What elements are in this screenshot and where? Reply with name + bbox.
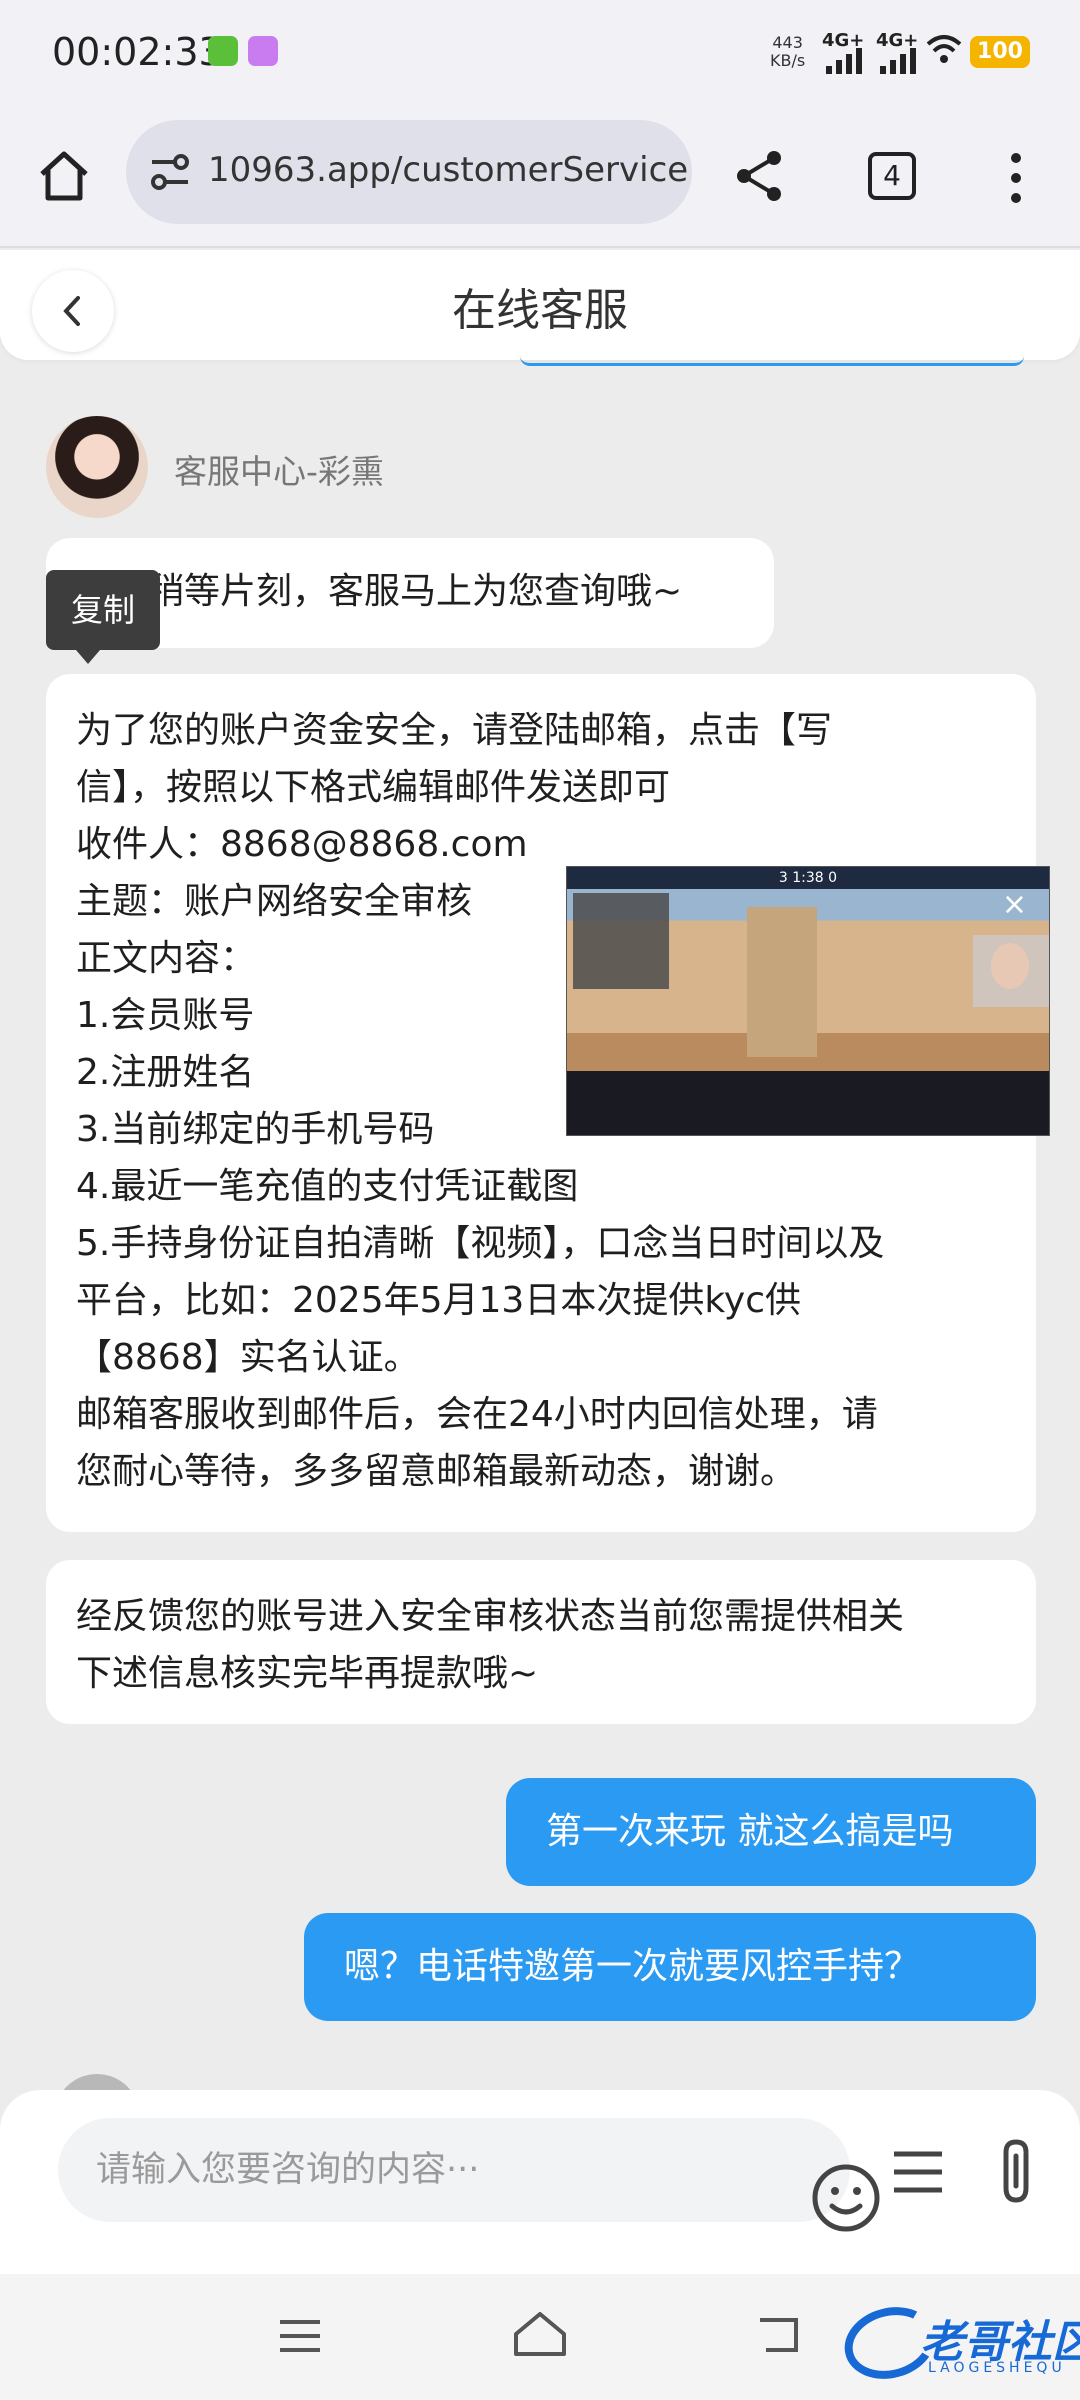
url-text[interactable]: 10963.app/customerService <box>208 150 688 190</box>
system-navigation-bar: 老哥社区 LAOGESHEQU <box>0 2274 1080 2400</box>
menu-list-icon[interactable] <box>892 2146 944 2198</box>
message-text: 经反馈您的账号进入安全审核状态当前您需提供相关 下述信息核实完毕再提款哦~ <box>76 1596 905 1694</box>
home-nav-icon[interactable] <box>512 2310 568 2358</box>
message-input[interactable] <box>96 2118 776 2222</box>
recent-apps-icon[interactable] <box>278 2316 322 2356</box>
close-icon[interactable]: × <box>1002 887 1027 922</box>
status-time: 00:02:33 <box>52 30 223 74</box>
watermark-logo: 老哥社区 LAOGESHEQU <box>836 2297 1080 2389</box>
agent-name: 客服中心-彩熏 <box>174 452 384 491</box>
site-settings-icon[interactable] <box>148 152 192 192</box>
browser-toolbar: 10963.app/customerService 4 <box>0 110 1080 248</box>
tab-count-button[interactable]: 4 <box>868 152 916 200</box>
agent-message-bubble[interactable]: 经反馈您的账号进入安全审核状态当前您需提供相关 下述信息核实完毕再提款哦~ <box>46 1560 1036 1724</box>
network-speed-unit: KB/s <box>770 51 806 70</box>
video-webcam <box>973 935 1049 1007</box>
user-message-bubble[interactable]: 第一次来玩 就这么搞是吗 <box>506 1778 1036 1886</box>
signal-bars-2-icon <box>880 48 916 74</box>
more-menu-icon[interactable] <box>1004 150 1028 206</box>
video-player-hud <box>567 1071 1049 1135</box>
status-bar: 00:02:33 443 KB/s 4G+ 4G+ 100 <box>0 0 1080 110</box>
floating-video-player[interactable]: 3 1:38 0 × <box>566 866 1050 1136</box>
message-input-wrapper[interactable] <box>58 2118 880 2232</box>
address-bar[interactable]: 10963.app/customerService <box>126 120 692 224</box>
video-scoreboard: 3 1:38 0 <box>567 867 1049 889</box>
attachment-icon[interactable] <box>996 2136 1040 2206</box>
message-text: 嗯？电话特邀第一次就要风控手持？ <box>344 1946 921 1987</box>
watermark-subtext: LAOGESHEQU <box>928 2360 1066 2376</box>
back-nav-icon[interactable] <box>756 2314 804 2356</box>
page-title: 在线客服 <box>452 285 628 336</box>
signal-bars-1-icon <box>826 48 862 74</box>
message-text: 请您稍等片刻，客服马上为您查询哦~ <box>76 571 683 612</box>
emoji-icon[interactable] <box>810 2162 882 2234</box>
video-scene-pillar <box>747 907 817 1057</box>
network-speed: 443 KB/s <box>770 34 805 70</box>
message-text: 第一次来玩 就这么搞是吗 <box>546 1811 954 1852</box>
network-speed-value: 443 <box>772 33 803 52</box>
page-header: 在线客服 <box>0 250 1080 360</box>
copy-tooltip[interactable]: 复制 <box>46 570 160 664</box>
battery-indicator: 100 <box>970 36 1030 68</box>
agent-avatar[interactable] <box>46 416 148 518</box>
wifi-icon <box>926 35 962 63</box>
user-message-bubble[interactable]: 嗯？电话特邀第一次就要风控手持？ <box>304 1913 1036 2021</box>
video-minimap <box>573 893 669 989</box>
app-notification-icon <box>248 36 278 66</box>
chat-input-bar <box>0 2090 1080 2274</box>
previous-message-edge <box>520 356 1024 366</box>
home-icon[interactable] <box>34 146 94 206</box>
share-icon[interactable] <box>730 146 790 206</box>
message-notification-icon <box>208 36 238 66</box>
